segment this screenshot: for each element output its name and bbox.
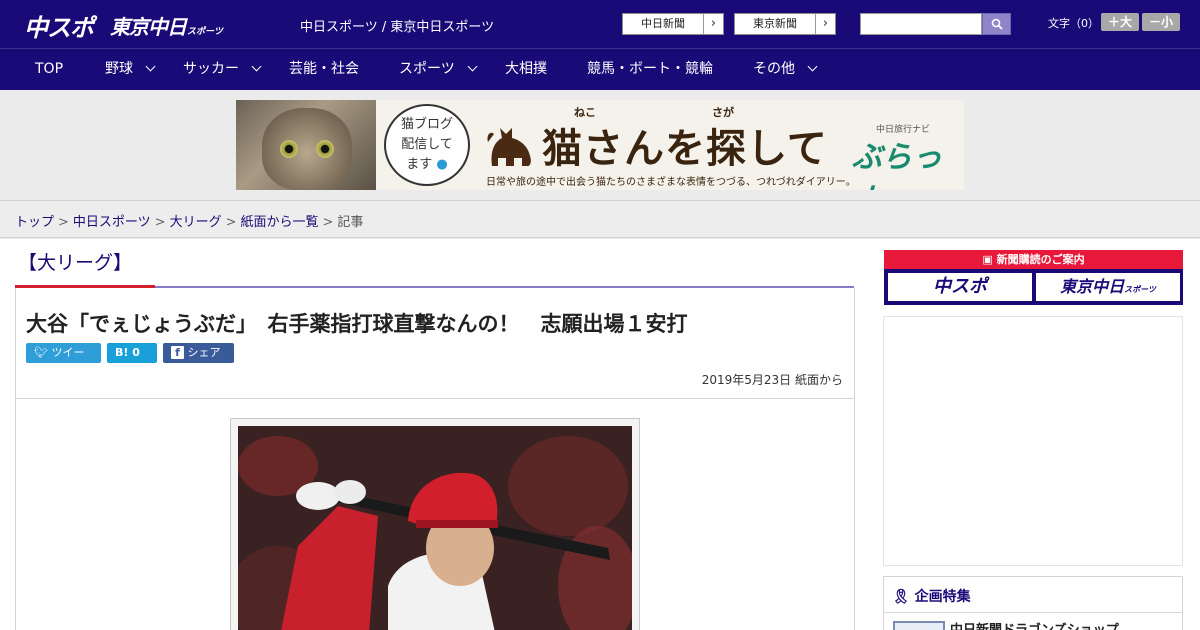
- batter-photo: [238, 426, 632, 630]
- feature-thumbnail[interactable]: [893, 621, 945, 630]
- tokyo-shimbun-label: 東京新聞: [753, 17, 797, 30]
- tweet-button[interactable]: 🐦︎ ツイート: [26, 343, 101, 379]
- breadcrumb-current: 記事: [337, 215, 364, 230]
- nav-item-soccer[interactable]: サッカー: [183, 49, 262, 91]
- facebook-icon: f: [171, 346, 184, 359]
- facebook-share-label: シェア: [187, 346, 221, 359]
- cat-blog-banner[interactable]: 猫ブログ 配信して ます ● ねこ さが 猫さんを探して 中日旅行ナビ ぶらっ人…: [236, 100, 964, 190]
- nav-item-label: 大相撲: [505, 61, 547, 77]
- banner-title: 猫さんを探して: [542, 126, 828, 172]
- feature-heading: 🎗︎ 企画特集: [892, 586, 971, 606]
- banner-subtitle: 日常や旅の途中で出会う猫たちのさまざまな表情をつづる、つれづれダイアリー。: [486, 177, 856, 188]
- chunichi-shimbun-label: 中日新聞: [641, 17, 685, 30]
- promo-chuspo-logo[interactable]: 中スポ: [888, 273, 1032, 301]
- facebook-share-button[interactable]: f シェア 0: [163, 343, 234, 379]
- chevron-right-icon: ›: [815, 14, 835, 34]
- speech-bubble: 猫ブログ 配信して ます ●: [384, 104, 470, 186]
- cat-eye: [280, 140, 298, 158]
- font-size-label: 文字（0）: [1048, 17, 1099, 30]
- breadcrumb-separator: >: [322, 215, 334, 230]
- nav-item-label: TOP: [35, 61, 64, 77]
- hatena-bookmark-button[interactable]: B! 0: [107, 343, 157, 363]
- chevron-right-icon: ›: [703, 14, 723, 34]
- chevron-down-icon: [251, 61, 262, 72]
- breadcrumb: トップ > 中日スポーツ > 大リーグ > 紙面から一覧 > 記事: [15, 211, 363, 230]
- nav-item-label: サッカー: [183, 61, 239, 77]
- hatena-icon: B!: [115, 346, 129, 359]
- sidebar-ad-slot: [883, 316, 1183, 566]
- promo-tokyo-logo[interactable]: 東京中日スポーツ: [1036, 273, 1180, 301]
- article-headline: 大谷「でぇじょうぶだ」 右手薬指打球直撃なんの！ 志願出場１安打: [26, 312, 688, 336]
- article-photo[interactable]: [238, 426, 632, 630]
- nav-item-label: 野球: [105, 61, 133, 77]
- nav-item-label: スポーツ: [399, 61, 455, 77]
- nav-item-label: 競馬・ボート・競輪: [587, 61, 713, 77]
- nav-item-other[interactable]: その他: [753, 49, 818, 91]
- breadcrumb-separator: >: [225, 215, 237, 230]
- nav-item-baseball[interactable]: 野球: [105, 49, 156, 91]
- nav-item-label: その他: [753, 61, 795, 77]
- tokyo-logo-main: 東京中日: [110, 15, 187, 39]
- feature-divider: [884, 612, 1182, 613]
- nav-item-top[interactable]: TOP: [35, 49, 63, 91]
- hatena-count: 0: [132, 346, 140, 359]
- search-input[interactable]: [860, 13, 982, 35]
- feature-heading-text: 企画特集: [914, 589, 971, 605]
- facebook-count: 0: [171, 366, 178, 379]
- main-nav: TOP 野球 サッカー 芸能・社会 スポーツ 大相撲 競馬・ボート・競輪 その他: [0, 48, 1200, 90]
- cat-face: [262, 108, 352, 190]
- bubble-line-text: ます: [406, 157, 433, 172]
- subscription-promo-title: ▣ 新聞購読のご案内: [884, 250, 1183, 269]
- banner-brand: ぶらっ人: [852, 140, 942, 190]
- chunichi-shimbun-link[interactable]: 中日新聞 ›: [622, 13, 724, 35]
- nav-item-label: 芸能・社会: [289, 61, 359, 77]
- chevron-down-icon: [145, 61, 156, 72]
- chevron-down-icon: [807, 61, 818, 72]
- promo-title-text: 新聞購読のご案内: [996, 253, 1085, 266]
- search-icon: [991, 18, 1003, 30]
- nav-item-entertainment[interactable]: 芸能・社会: [289, 49, 359, 91]
- feature-item-dragons-shop[interactable]: 中日新聞ドラゴンズショップ: [950, 619, 1119, 630]
- breadcrumb-separator: >: [58, 215, 69, 230]
- newspaper-icon: ▣: [982, 253, 993, 266]
- search-button[interactable]: [982, 13, 1011, 35]
- promo-tokyo-main: 東京中日: [1060, 277, 1125, 296]
- ribbon-icon: 🎗︎: [892, 589, 910, 605]
- nav-item-sports[interactable]: スポーツ: [399, 49, 478, 91]
- twitter-icon: 🐦︎: [34, 346, 48, 359]
- header-divider: [15, 398, 855, 399]
- chevron-down-icon: [467, 61, 478, 72]
- nav-item-racing[interactable]: 競馬・ボート・競輪: [587, 49, 713, 91]
- cat-photo: [236, 100, 376, 190]
- tokyo-chunichi-logo[interactable]: 東京中日スポーツ: [110, 11, 223, 40]
- site-title: 中日スポーツ / 東京中日スポーツ: [300, 20, 495, 35]
- chuspo-logo[interactable]: 中スポ: [24, 8, 94, 43]
- font-increase-button[interactable]: ＋大: [1101, 13, 1139, 31]
- tokyo-shimbun-link[interactable]: 東京新聞 ›: [734, 13, 836, 35]
- nav-item-sumo[interactable]: 大相撲: [505, 49, 547, 91]
- bubble-line: 猫ブログ: [400, 117, 453, 132]
- article-category[interactable]: 【大リーグ】: [18, 248, 132, 275]
- article-date: 2019年5月23日 紙面から: [701, 373, 843, 387]
- breadcrumb-separator: >: [154, 215, 166, 230]
- paw-icon: ●: [436, 157, 448, 172]
- font-decrease-button[interactable]: －小: [1142, 13, 1180, 31]
- bubble-line: ます ●: [386, 155, 468, 175]
- breadcrumb-chunichi-sports[interactable]: 中日スポーツ: [73, 215, 151, 230]
- cat-eye: [316, 140, 334, 158]
- breadcrumb-top[interactable]: トップ: [15, 215, 54, 230]
- breadcrumb-paper-list[interactable]: 紙面から一覧: [241, 215, 319, 230]
- breadcrumb-mlb[interactable]: 大リーグ: [170, 215, 222, 230]
- tokyo-logo-sub: スポーツ: [187, 27, 223, 37]
- promo-tokyo-sub: スポーツ: [1124, 285, 1156, 294]
- bubble-line: 配信して: [401, 137, 453, 152]
- cat-silhouette-icon: [487, 128, 531, 166]
